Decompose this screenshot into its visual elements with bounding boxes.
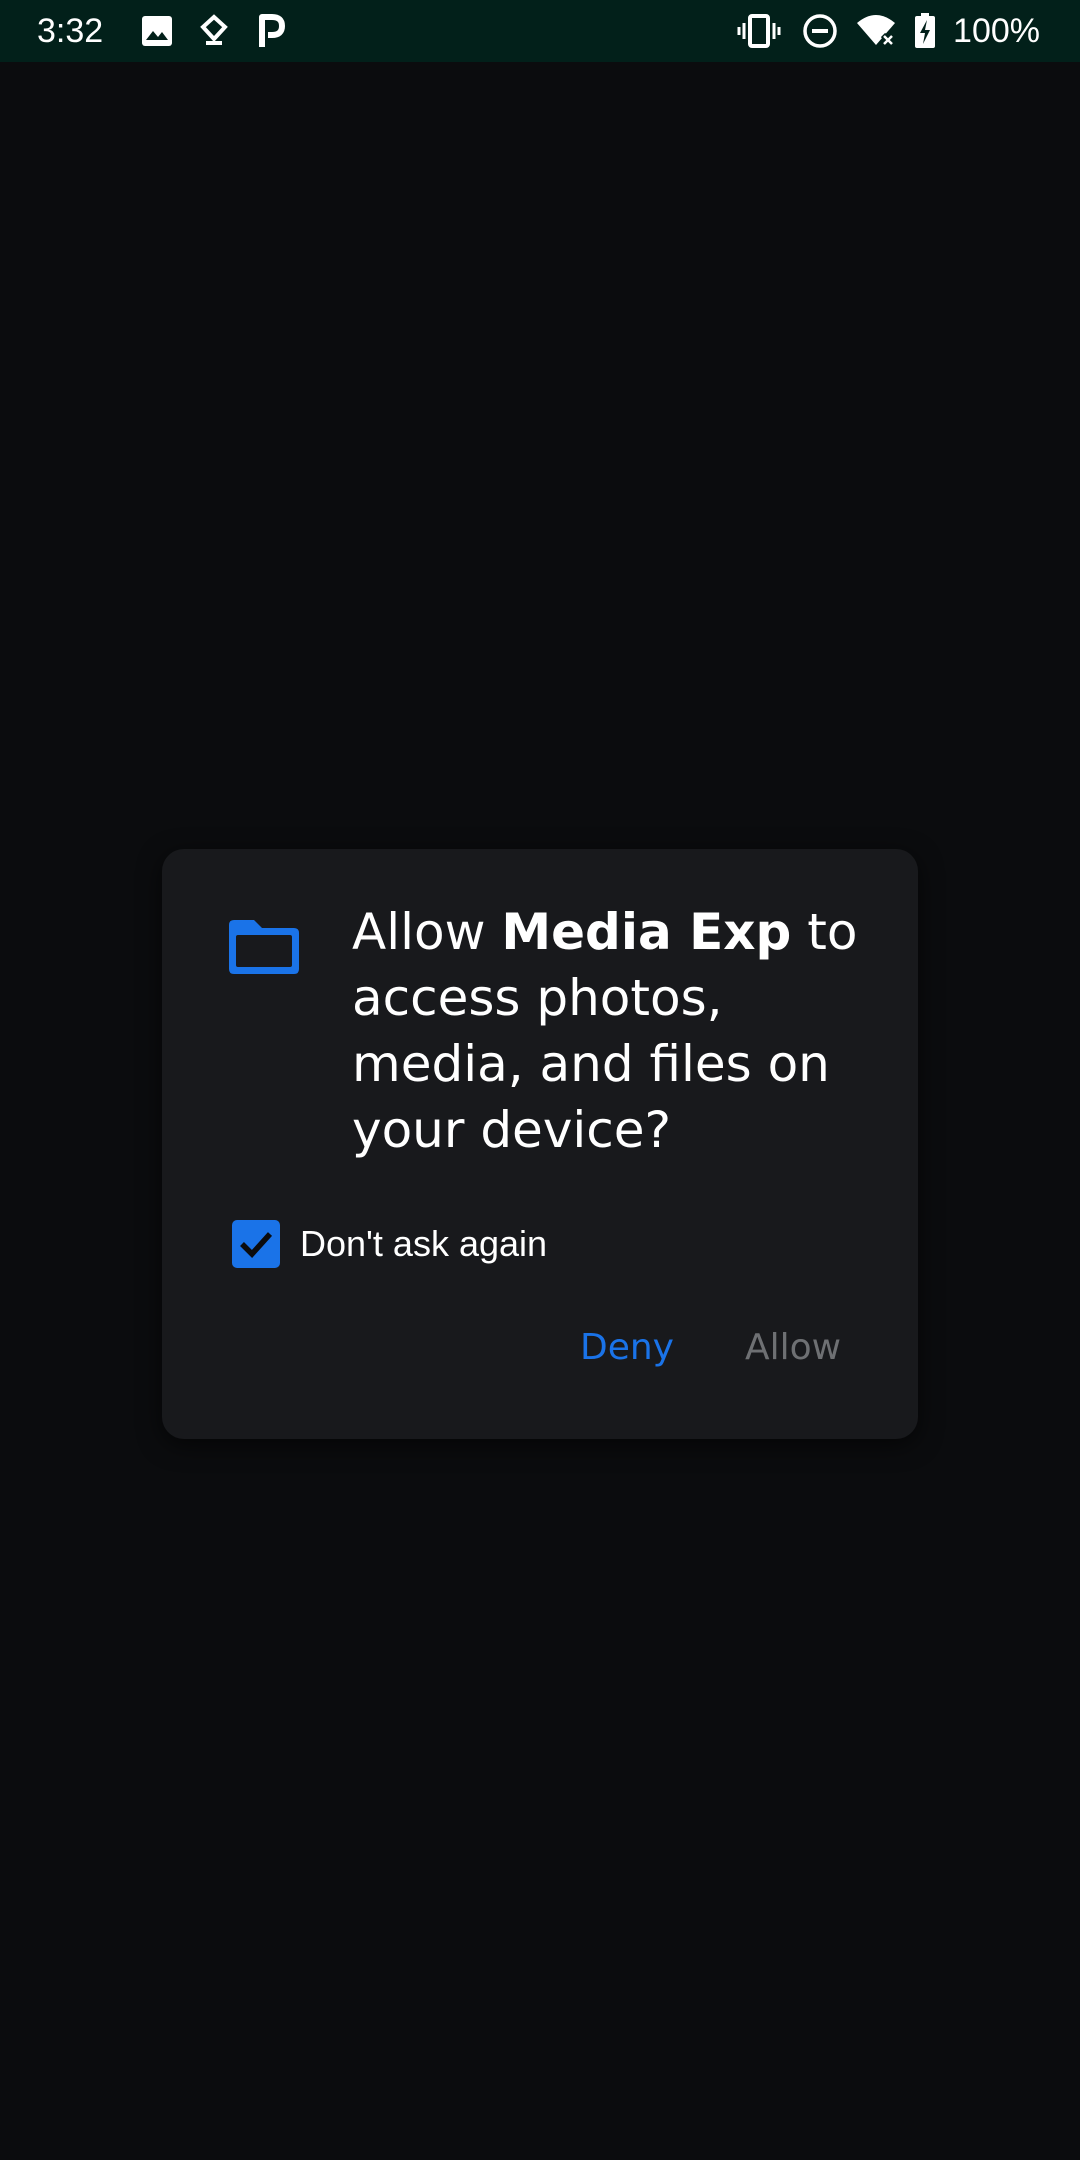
dont-ask-again-label: Don't ask again [300,1223,548,1264]
dialog-title: Allow Media Exp to access photos, media,… [352,899,872,1163]
checkmark-icon [240,1232,273,1258]
allow-button[interactable]: Allow [745,1327,841,1368]
parking-icon [256,13,286,49]
status-time: 3:32 [37,12,104,50]
dont-ask-again-row[interactable]: Don't ask again [232,1219,547,1269]
permission-dialog: Allow Media Exp to access photos, media,… [162,849,918,1439]
vibrate-icon [737,13,781,49]
location-heart-icon [199,13,229,49]
app-name: Media Exp [501,903,792,961]
do-not-disturb-icon [802,13,838,49]
status-bar: 3:32 100% [0,0,1080,62]
image-icon [140,13,174,49]
battery-charging-icon [914,13,936,49]
battery-percent: 100% [953,12,1040,50]
deny-button[interactable]: Deny [580,1327,674,1368]
title-prefix: Allow [352,903,502,961]
dont-ask-again-checkbox[interactable] [232,1220,280,1268]
wifi-off-icon [855,13,897,49]
folder-icon [222,909,306,981]
